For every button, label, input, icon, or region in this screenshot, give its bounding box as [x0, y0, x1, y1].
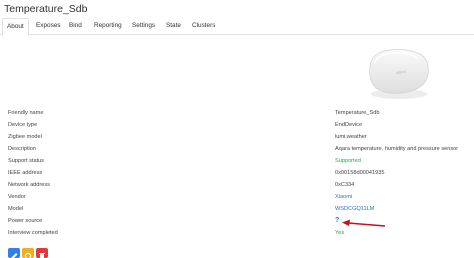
page-title: Temperature_Sdb — [4, 3, 88, 15]
tab-about[interactable]: About — [2, 18, 29, 36]
detail-row-interview-completed: Interview completed Yes — [0, 230, 474, 240]
zigbee-model-value: lumi.weather — [335, 134, 367, 140]
detail-row-support-status: Support status Supported — [0, 158, 474, 168]
device-image: aqara — [369, 49, 429, 99]
detail-row-description: Description Aqara temperature, humidity … — [0, 146, 474, 156]
power-source-unknown-icon[interactable]: ? — [335, 217, 339, 224]
model-link[interactable]: WSDCGQ11LM — [335, 206, 374, 212]
model-label: Model — [8, 206, 24, 212]
support-status-label: Support status — [8, 158, 45, 164]
edit-button[interactable] — [8, 248, 20, 258]
device-type-value: EndDevice — [335, 122, 363, 128]
reconfigure-icon — [24, 252, 32, 258]
support-status-value[interactable]: Supported — [335, 158, 361, 164]
network-address-label: Network address — [8, 182, 50, 188]
description-value: Aqara temperature, humidity and pressure… — [335, 146, 459, 152]
detail-row-zigbee-model: Zigbee model lumi.weather — [0, 134, 474, 144]
annotation-arrow-icon — [342, 219, 386, 227]
description-label: Description — [8, 146, 36, 152]
friendly-name-value: Temperature_Sdb — [335, 110, 380, 116]
vendor-link[interactable]: Xiaomi — [335, 194, 352, 200]
tab-settings[interactable]: Settings — [130, 21, 157, 35]
remove-icon — [39, 253, 45, 258]
detail-row-friendly-name: Friendly name Temperature_Sdb — [0, 110, 474, 120]
device-type-label: Device type — [8, 122, 38, 128]
tab-state[interactable]: State — [164, 21, 183, 35]
friendly-name-label: Friendly name — [8, 110, 44, 116]
tab-bind[interactable]: Bind — [67, 21, 84, 35]
network-address-value: 0xC334 — [335, 182, 355, 188]
detail-row-power-source: Power source ? — [0, 217, 474, 228]
interview-completed-label: Interview completed — [8, 230, 58, 236]
ieee-address-label: IEEE address — [8, 170, 43, 176]
detail-row-vendor: Vendor Xiaomi — [0, 194, 474, 204]
interview-completed-value: Yes — [335, 230, 345, 236]
edit-icon — [11, 253, 18, 258]
detail-row-model: Model WSDCGQ11LM — [0, 206, 474, 216]
power-source-label: Power source — [8, 218, 43, 224]
tab-reporting[interactable]: Reporting — [92, 21, 124, 35]
tab-bar: About Exposes Bind Reporting Settings St… — [0, 17, 474, 36]
remove-button[interactable] — [36, 248, 48, 258]
detail-row-device-type: Device type EndDevice — [0, 122, 474, 132]
detail-row-network-address: Network address 0xC334 — [0, 182, 474, 192]
ieee-address-value: 0x00158d00041935 — [335, 170, 385, 176]
detail-row-ieee-address: IEEE address 0x00158d00041935 — [0, 170, 474, 180]
reconfigure-button[interactable] — [22, 248, 34, 258]
tab-clusters[interactable]: Clusters — [190, 21, 217, 35]
zigbee-model-label: Zigbee model — [8, 134, 42, 140]
vendor-label: Vendor — [8, 194, 26, 200]
tab-exposes[interactable]: Exposes — [34, 21, 63, 35]
